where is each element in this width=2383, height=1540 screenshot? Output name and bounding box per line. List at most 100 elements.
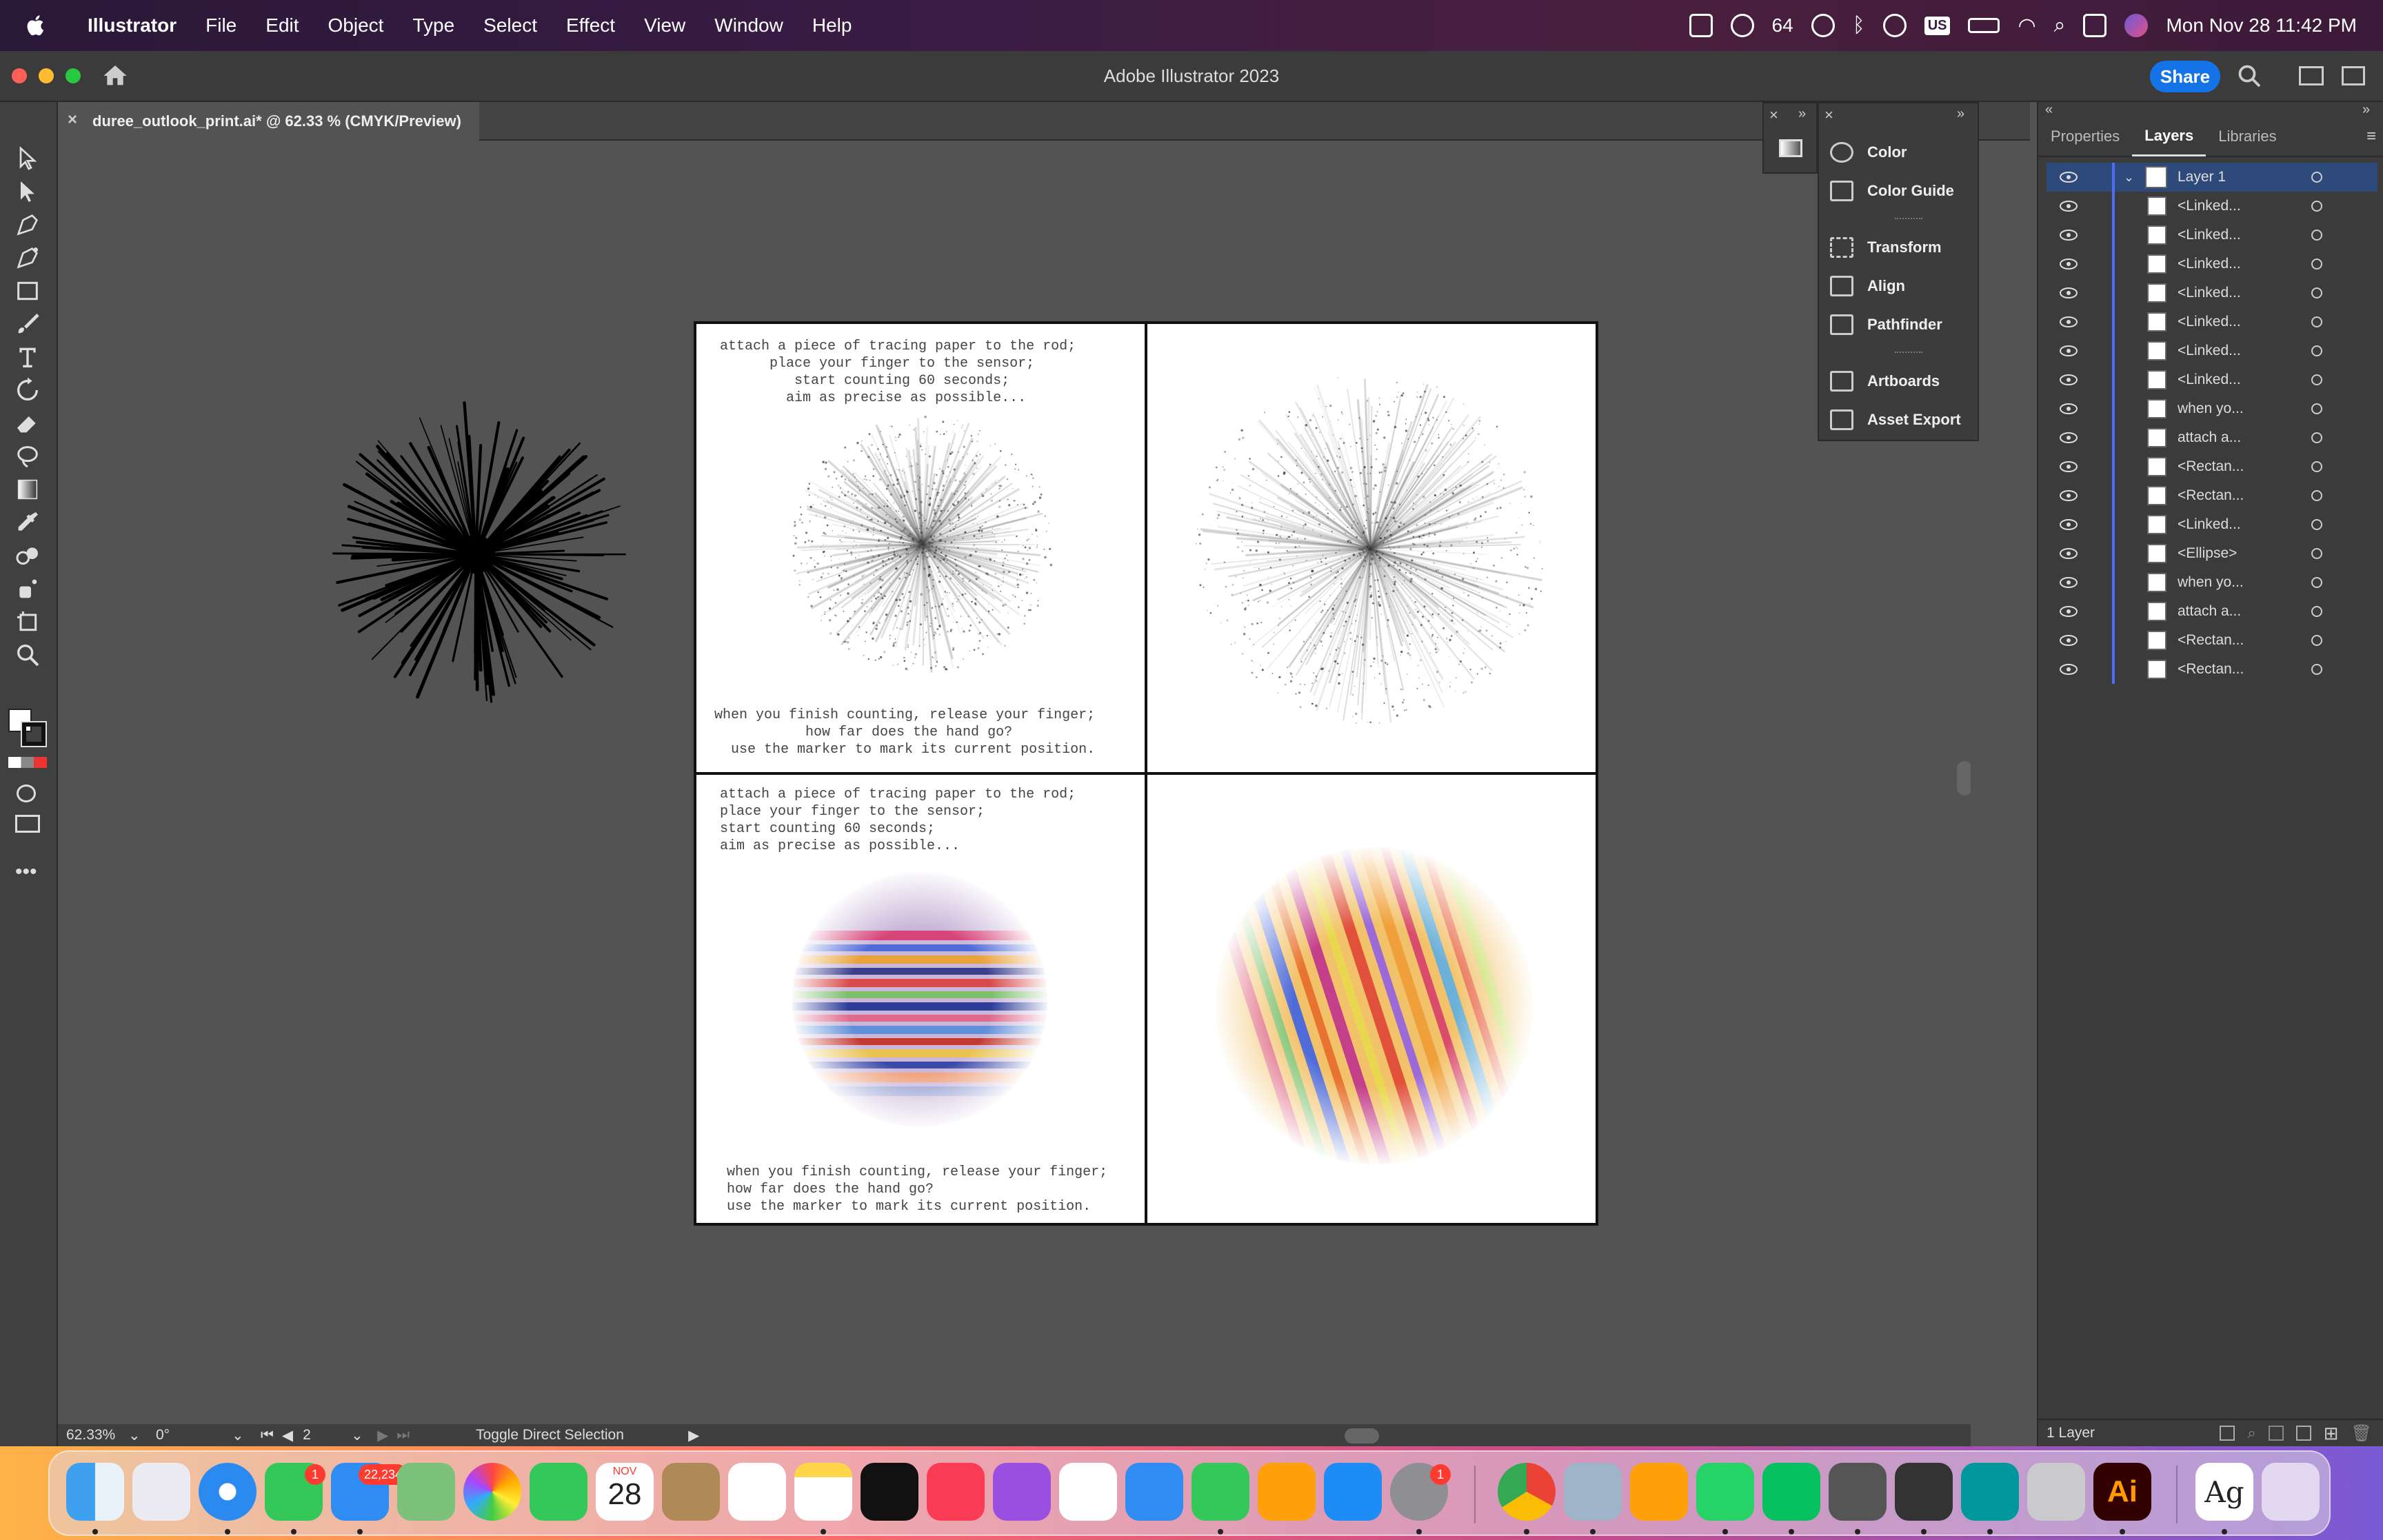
zoom-tool-icon[interactable]: [14, 641, 41, 669]
layer-name[interactable]: <Linked...: [2178, 516, 2241, 533]
artboard-2[interactable]: [1145, 321, 1598, 775]
eyedropper-tool-icon[interactable]: [14, 509, 41, 536]
previous-artboard-icon[interactable]: ◀: [282, 1427, 293, 1444]
artboard-4[interactable]: [1145, 772, 1598, 1226]
layer-name[interactable]: <Linked...: [2178, 314, 2241, 330]
curvature-tool-icon[interactable]: [14, 244, 41, 272]
mail-icon[interactable]: 22,234: [331, 1463, 408, 1521]
canvas-area[interactable]: attach a piece of tracing paper to the r…: [58, 141, 1971, 1424]
visibility-eye-icon[interactable]: [2059, 171, 2078, 183]
target-icon[interactable]: [2311, 316, 2322, 327]
books-icon[interactable]: [1630, 1463, 1688, 1521]
layer-row[interactable]: when yo...: [2047, 394, 2377, 423]
cube-icon[interactable]: [1689, 14, 1713, 37]
reminders-icon[interactable]: [728, 1463, 786, 1521]
eraser-tool-icon[interactable]: [14, 409, 41, 437]
unity-hub-icon[interactable]: [1829, 1463, 1887, 1521]
arrange-documents-icon[interactable]: [2299, 66, 2324, 85]
panel-item-artboards[interactable]: Artboards: [1830, 365, 1940, 397]
layer-name[interactable]: <Linked...: [2178, 343, 2241, 359]
draw-mode-icon[interactable]: [17, 784, 36, 802]
layer-row[interactable]: attach a...: [2047, 423, 2377, 452]
creative-cloud-icon[interactable]: [1811, 14, 1835, 37]
menu-type[interactable]: Type: [398, 14, 469, 37]
panel-item-transform[interactable]: Transform: [1830, 232, 1942, 263]
battery-icon[interactable]: [1968, 18, 2000, 33]
safari-icon[interactable]: [199, 1463, 257, 1521]
close-panel-icon[interactable]: ×: [1824, 106, 1833, 124]
blend-tool-icon[interactable]: [14, 542, 41, 569]
paintbrush-tool-icon[interactable]: [14, 310, 41, 338]
target-icon[interactable]: [2311, 664, 2322, 675]
podcasts-icon[interactable]: [993, 1463, 1051, 1521]
locate-object-icon[interactable]: ⌕: [2247, 1424, 2255, 1442]
visibility-eye-icon[interactable]: [2059, 605, 2078, 618]
layer-row[interactable]: attach a...: [2047, 597, 2377, 626]
target-icon[interactable]: [2311, 577, 2322, 588]
apple-icon[interactable]: [25, 14, 48, 37]
layer-row[interactable]: when yo...: [2047, 568, 2377, 597]
visibility-eye-icon[interactable]: [2059, 460, 2078, 473]
type-tool-icon[interactable]: [14, 343, 41, 371]
spotlight-search-icon[interactable]: ⌕: [2054, 14, 2066, 37]
make-clipping-mask-icon[interactable]: [2268, 1426, 2284, 1441]
target-icon[interactable]: [2311, 606, 2322, 617]
trash-icon[interactable]: [2262, 1463, 2320, 1521]
menu-app-name[interactable]: Illustrator: [73, 14, 191, 37]
menu-effect[interactable]: Effect: [552, 14, 630, 37]
layer-row[interactable]: <Linked...: [2047, 510, 2377, 539]
tab-libraries[interactable]: Libraries: [2206, 116, 2289, 156]
menubar-clock[interactable]: Mon Nov 28 11:42 PM: [2166, 14, 2357, 37]
layer-row[interactable]: <Ellipse>: [2047, 539, 2377, 568]
vertical-scrollbar[interactable]: [1957, 761, 1971, 796]
zoom-window-button[interactable]: [66, 68, 81, 83]
visibility-eye-icon[interactable]: [2059, 576, 2078, 589]
siri-icon[interactable]: [2124, 14, 2149, 37]
rectangle-tool-icon[interactable]: [14, 277, 41, 305]
symbol-sprayer-tool-icon[interactable]: [14, 575, 41, 602]
target-icon[interactable]: [2311, 201, 2322, 212]
layer-name[interactable]: <Rectan...: [2178, 458, 2244, 475]
close-window-button[interactable]: [12, 68, 27, 83]
new-layer-icon[interactable]: ⊞: [2324, 1423, 2339, 1444]
minimize-window-button[interactable]: [39, 68, 54, 83]
layer-row[interactable]: <Linked...: [2047, 365, 2377, 394]
horizontal-scrollbar[interactable]: [1345, 1428, 1379, 1443]
layer-row[interactable]: <Rectan...: [2047, 626, 2377, 655]
layer-row[interactable]: <Linked...: [2047, 250, 2377, 278]
direct-selection-tool-icon[interactable]: [14, 178, 41, 205]
visibility-eye-icon[interactable]: [2059, 663, 2078, 676]
layer-name[interactable]: when yo...: [2178, 574, 2244, 591]
home-icon[interactable]: [101, 62, 129, 90]
visibility-eye-icon[interactable]: [2059, 374, 2078, 386]
layer-row[interactable]: <Rectan...: [2047, 655, 2377, 684]
visibility-eye-icon[interactable]: [2059, 258, 2078, 270]
search-icon[interactable]: [2237, 63, 2262, 88]
zoom-dropdown-icon[interactable]: ⌄: [128, 1427, 149, 1444]
rotation-dropdown-icon[interactable]: ⌄: [232, 1427, 252, 1444]
layer-name[interactable]: <Rectan...: [2178, 487, 2244, 504]
color-mode-buttons[interactable]: [8, 757, 47, 768]
target-icon[interactable]: [2311, 490, 2322, 501]
document-tab[interactable]: × duree_outlook_print.ai* @ 62.33 % (CMY…: [58, 102, 479, 141]
wifi-icon[interactable]: ◠: [2018, 14, 2035, 38]
artboard-tool-icon[interactable]: [14, 608, 41, 636]
unity-icon[interactable]: [1895, 1463, 1953, 1521]
target-icon[interactable]: [2311, 432, 2322, 443]
target-icon[interactable]: [2311, 519, 2322, 530]
first-artboard-icon[interactable]: ⏮: [261, 1427, 274, 1443]
whatsapp-icon[interactable]: [1696, 1463, 1754, 1521]
input-source-badge[interactable]: US: [1924, 16, 1951, 35]
layer-name[interactable]: <Linked...: [2178, 198, 2241, 214]
pen-tool-icon[interactable]: [14, 211, 41, 239]
target-icon[interactable]: [2311, 345, 2322, 356]
illustrator-icon[interactable]: Ai: [2093, 1463, 2151, 1521]
maps-icon[interactable]: [397, 1463, 455, 1521]
visibility-eye-icon[interactable]: [2059, 200, 2078, 212]
zoom-level-field[interactable]: 62.33%: [66, 1427, 128, 1443]
layer-name[interactable]: <Linked...: [2178, 227, 2241, 243]
panel-item-asset-export[interactable]: Asset Export: [1830, 404, 1961, 436]
visibility-eye-icon[interactable]: [2059, 489, 2078, 502]
artboard-number-field[interactable]: 2: [303, 1427, 351, 1443]
menu-window[interactable]: Window: [700, 14, 798, 37]
